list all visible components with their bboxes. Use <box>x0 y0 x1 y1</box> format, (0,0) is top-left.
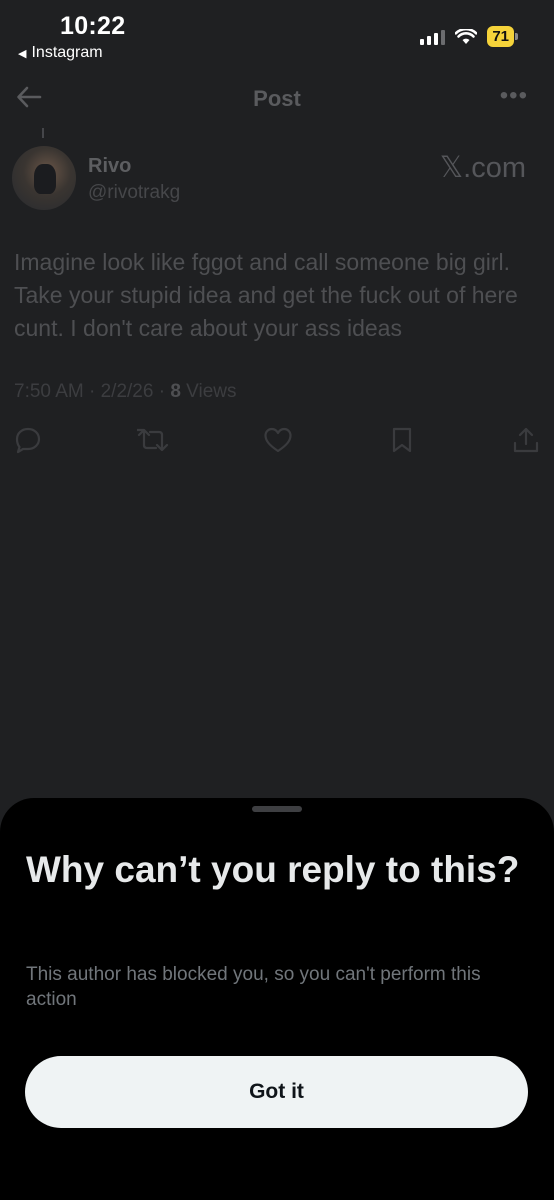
thread-connector-line <box>42 128 44 138</box>
avatar[interactable] <box>12 146 76 210</box>
views-count[interactable]: 8 <box>170 381 181 402</box>
post-timestamp: 7:50 AM · 2/2/26 · <box>14 381 171 402</box>
bookmark-icon[interactable] <box>390 426 414 454</box>
page-title: Post <box>253 86 301 111</box>
battery-level: 71 <box>487 26 514 47</box>
share-icon[interactable] <box>512 426 540 454</box>
status-time: 10:22 <box>60 12 126 40</box>
reply-icon[interactable] <box>14 426 42 454</box>
author-name[interactable]: Rivo <box>88 155 131 178</box>
views-label[interactable]: Views <box>181 381 236 402</box>
status-icons: 71 <box>420 26 518 47</box>
back-app-label: Instagram <box>31 44 103 61</box>
back-triangle-icon: ◀ <box>18 47 27 60</box>
top-nav: Post ••• <box>0 80 554 120</box>
sheet-body-text: This author has blocked you, so you can'… <box>26 964 481 1010</box>
post-actions <box>0 426 554 456</box>
cellular-signal-icon <box>420 29 446 45</box>
source-label: 𝕏.com <box>439 152 526 184</box>
status-bar: 10:22 ◀ Instagram 71 <box>0 0 554 72</box>
sheet-title: Why can’t you reply to this? <box>26 849 520 890</box>
wifi-icon <box>455 28 478 44</box>
post-text: Imagine look like fggot and call someone… <box>14 249 518 341</box>
repost-icon[interactable] <box>137 426 169 454</box>
got-it-button[interactable]: Got it <box>25 1056 528 1128</box>
more-horizontal-icon[interactable]: ••• <box>500 82 528 110</box>
post-meta: 7:50 AM · 2/2/26 · 8 Views <box>14 381 237 403</box>
like-icon[interactable] <box>263 426 293 454</box>
back-to-app-link[interactable]: ◀ Instagram <box>18 44 103 62</box>
sheet-grabber[interactable] <box>252 806 302 812</box>
battery-icon: 71 <box>487 26 518 47</box>
author-handle[interactable]: @rivotrakg <box>88 182 180 204</box>
